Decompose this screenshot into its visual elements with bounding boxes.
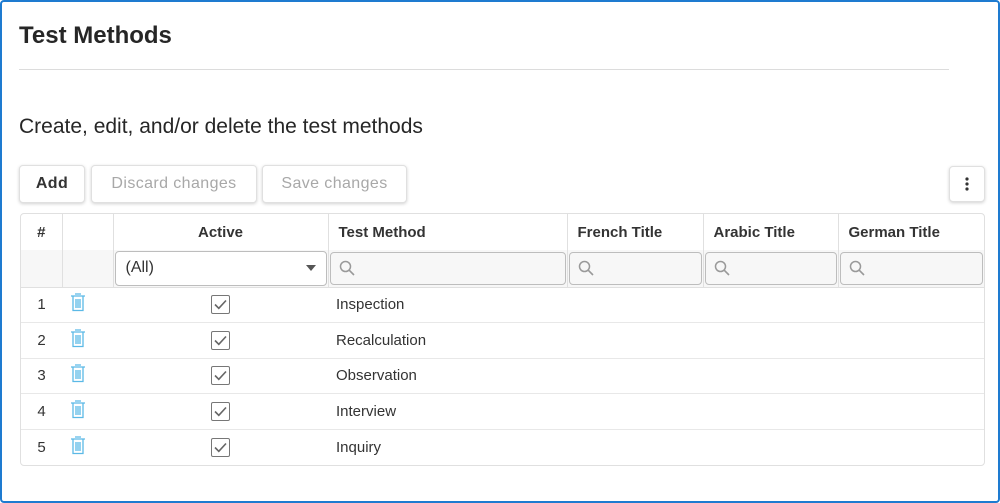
french-title-cell[interactable] bbox=[567, 393, 703, 430]
arabic-title-cell[interactable] bbox=[703, 429, 838, 465]
grid-header-row: # Active Test Method French Title Arabic… bbox=[21, 214, 984, 250]
filter-cell-arabic-title bbox=[703, 250, 839, 288]
german-title-cell[interactable] bbox=[838, 358, 984, 395]
filter-cell-number bbox=[21, 250, 63, 288]
trash-icon bbox=[71, 364, 85, 383]
vertical-ellipsis-icon bbox=[965, 177, 969, 191]
test-methods-grid: # Active Test Method French Title Arabic… bbox=[20, 213, 985, 466]
filter-cell-french-title bbox=[567, 250, 704, 288]
checkbox-checked-icon bbox=[211, 437, 230, 457]
discard-changes-button[interactable]: Discard changes bbox=[91, 165, 257, 203]
french-title-cell[interactable] bbox=[567, 322, 703, 359]
active-filter-value: (All) bbox=[125, 259, 154, 277]
search-icon bbox=[339, 261, 355, 276]
table-row[interactable]: 3 Observation bbox=[21, 358, 984, 395]
table-row[interactable]: 5 Inquiry bbox=[21, 429, 984, 465]
active-filter-select[interactable]: (All) bbox=[114, 250, 327, 286]
filter-cell-delete bbox=[62, 250, 114, 288]
row-number: 4 bbox=[21, 393, 62, 430]
filter-cell-test-method bbox=[328, 250, 568, 288]
test-method-cell[interactable]: Interview bbox=[328, 393, 567, 430]
french-title-filter-input[interactable] bbox=[568, 251, 702, 285]
delete-row-button[interactable] bbox=[62, 429, 113, 465]
active-checkbox[interactable] bbox=[113, 393, 328, 430]
delete-row-button[interactable] bbox=[62, 358, 113, 395]
trash-icon bbox=[71, 400, 85, 419]
arabic-title-filter-input[interactable] bbox=[704, 251, 837, 285]
column-header-active[interactable]: Active bbox=[113, 214, 329, 250]
row-number: 2 bbox=[21, 322, 62, 359]
column-header-number[interactable]: # bbox=[21, 214, 63, 250]
filter-cell-german-title bbox=[838, 250, 984, 288]
arabic-title-cell[interactable] bbox=[703, 287, 838, 324]
filter-cell-active: (All) bbox=[113, 250, 329, 288]
page-title: Test Methods bbox=[19, 22, 172, 49]
trash-icon bbox=[71, 436, 85, 455]
german-title-cell[interactable] bbox=[838, 322, 984, 359]
grid-filter-row: (All) bbox=[21, 250, 984, 288]
add-button[interactable]: Add bbox=[19, 165, 85, 203]
column-header-delete bbox=[62, 214, 114, 250]
trash-icon bbox=[71, 329, 85, 348]
active-checkbox[interactable] bbox=[113, 287, 328, 324]
test-method-cell[interactable]: Observation bbox=[328, 358, 567, 395]
row-number: 3 bbox=[21, 358, 62, 395]
german-title-cell[interactable] bbox=[838, 393, 984, 430]
column-header-arabic-title[interactable]: Arabic Title bbox=[703, 214, 839, 250]
arabic-title-cell[interactable] bbox=[703, 393, 838, 430]
table-row[interactable]: 1 Inspection bbox=[21, 287, 984, 324]
delete-row-button[interactable] bbox=[62, 322, 113, 359]
column-header-german-title[interactable]: German Title bbox=[838, 214, 984, 250]
table-row[interactable]: 2 Recalculation bbox=[21, 322, 984, 359]
search-icon bbox=[849, 261, 865, 276]
german-title-filter-input[interactable] bbox=[839, 251, 983, 285]
delete-row-button[interactable] bbox=[62, 393, 113, 430]
page-subtitle: Create, edit, and/or delete the test met… bbox=[19, 115, 423, 138]
french-title-cell[interactable] bbox=[567, 429, 703, 465]
search-icon bbox=[578, 261, 594, 276]
checkbox-checked-icon bbox=[211, 366, 230, 386]
more-options-button[interactable] bbox=[949, 166, 985, 202]
arabic-title-cell[interactable] bbox=[703, 322, 838, 359]
active-checkbox[interactable] bbox=[113, 322, 328, 359]
title-divider bbox=[19, 69, 949, 70]
german-title-cell[interactable] bbox=[838, 287, 984, 324]
delete-row-button[interactable] bbox=[62, 287, 113, 324]
row-number: 5 bbox=[37, 438, 46, 456]
test-method-cell[interactable]: Inquiry bbox=[328, 429, 567, 465]
german-title-cell[interactable] bbox=[838, 429, 984, 465]
arabic-title-cell[interactable] bbox=[703, 358, 838, 395]
checkbox-checked-icon bbox=[211, 330, 230, 350]
column-header-french-title[interactable]: French Title bbox=[567, 214, 704, 250]
trash-icon bbox=[71, 293, 85, 312]
french-title-cell[interactable] bbox=[567, 287, 703, 324]
checkbox-checked-icon bbox=[211, 402, 230, 422]
test-method-filter-input[interactable] bbox=[329, 251, 566, 285]
checkbox-checked-icon bbox=[211, 295, 230, 315]
test-method-cell[interactable]: Recalculation bbox=[328, 322, 567, 359]
french-title-cell[interactable] bbox=[567, 358, 703, 395]
app-frame: Test Methods Create, edit, and/or delete… bbox=[0, 0, 1000, 503]
search-icon bbox=[714, 261, 730, 276]
table-row[interactable]: 4 Interview bbox=[21, 393, 984, 430]
row-number: 1 bbox=[21, 287, 62, 324]
dropdown-arrow-icon bbox=[305, 265, 316, 272]
save-changes-button[interactable]: Save changes bbox=[262, 165, 407, 203]
active-checkbox[interactable] bbox=[113, 358, 328, 395]
active-checkbox[interactable] bbox=[113, 429, 328, 465]
test-method-cell[interactable]: Inspection bbox=[328, 287, 567, 324]
column-header-test-method[interactable]: Test Method bbox=[328, 214, 568, 250]
